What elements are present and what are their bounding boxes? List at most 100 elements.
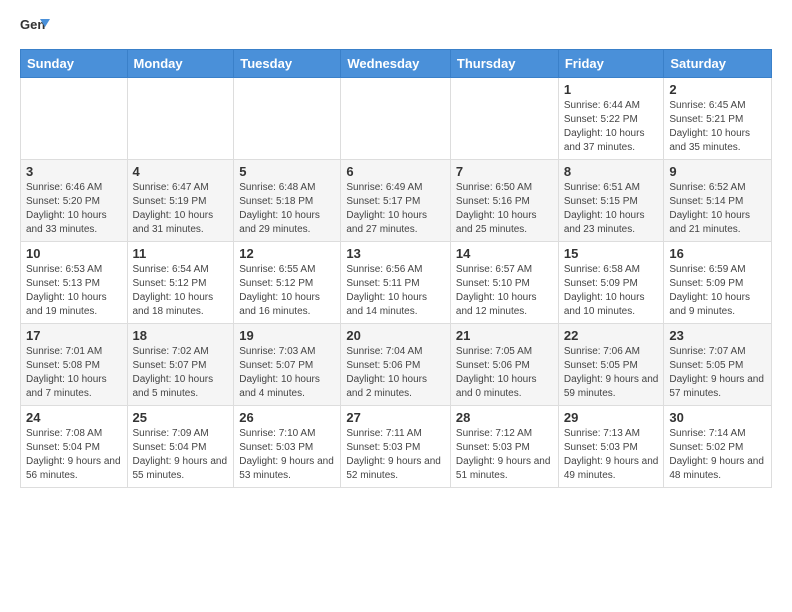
day-info: Sunrise: 7:07 AM Sunset: 5:05 PM Dayligh… [669,345,766,401]
day-info: Sunrise: 6:48 AM Sunset: 5:18 PM Dayligh… [239,181,335,237]
weekday-header: Friday [558,50,664,78]
day-number: 15 [564,246,659,261]
day-number: 2 [669,82,766,97]
weekday-header: Wednesday [341,50,451,78]
day-number: 26 [239,410,335,425]
day-info: Sunrise: 6:44 AM Sunset: 5:22 PM Dayligh… [564,99,659,155]
calendar-cell: 1 Sunrise: 6:44 AM Sunset: 5:22 PM Daylig… [558,78,664,160]
weekday-header: Saturday [664,50,772,78]
calendar-cell [127,78,234,160]
day-number: 13 [346,246,445,261]
day-info: Sunrise: 6:46 AM Sunset: 5:20 PM Dayligh… [26,181,122,237]
calendar-cell [21,78,128,160]
day-number: 28 [456,410,553,425]
calendar-cell [234,78,341,160]
calendar-cell: 3 Sunrise: 6:46 AM Sunset: 5:20 PM Daylig… [21,160,128,242]
calendar-cell: 11 Sunrise: 6:54 AM Sunset: 5:12 PM Dayli… [127,242,234,324]
day-number: 14 [456,246,553,261]
calendar-cell: 23 Sunrise: 7:07 AM Sunset: 5:05 PM Dayli… [664,324,772,406]
day-number: 5 [239,164,335,179]
day-info: Sunrise: 7:13 AM Sunset: 5:03 PM Dayligh… [564,427,659,483]
day-number: 6 [346,164,445,179]
calendar-cell: 9 Sunrise: 6:52 AM Sunset: 5:14 PM Daylig… [664,160,772,242]
day-number: 25 [133,410,229,425]
calendar-cell: 18 Sunrise: 7:02 AM Sunset: 5:07 PM Dayli… [127,324,234,406]
day-number: 21 [456,328,553,343]
calendar-cell: 22 Sunrise: 7:06 AM Sunset: 5:05 PM Dayli… [558,324,664,406]
calendar-cell: 20 Sunrise: 7:04 AM Sunset: 5:06 PM Dayli… [341,324,451,406]
day-info: Sunrise: 7:11 AM Sunset: 5:03 PM Dayligh… [346,427,445,483]
day-info: Sunrise: 7:05 AM Sunset: 5:06 PM Dayligh… [456,345,553,401]
day-number: 29 [564,410,659,425]
day-number: 1 [564,82,659,97]
day-number: 10 [26,246,122,261]
day-number: 11 [133,246,229,261]
calendar-cell: 7 Sunrise: 6:50 AM Sunset: 5:16 PM Daylig… [450,160,558,242]
calendar-cell: 12Sunrise: 6:55 AM Sunset: 5:12 PM Dayli… [234,242,341,324]
day-info: Sunrise: 6:53 AM Sunset: 5:13 PM Dayligh… [26,263,122,319]
day-number: 4 [133,164,229,179]
calendar-cell: 5 Sunrise: 6:48 AM Sunset: 5:18 PM Daylig… [234,160,341,242]
day-info: Sunrise: 6:50 AM Sunset: 5:16 PM Dayligh… [456,181,553,237]
calendar-cell: 16 Sunrise: 6:59 AM Sunset: 5:09 PM Dayli… [664,242,772,324]
calendar-cell: 27 Sunrise: 7:11 AM Sunset: 5:03 PM Dayli… [341,406,451,488]
calendar-cell: 2 Sunrise: 6:45 AM Sunset: 5:21 PM Daylig… [664,78,772,160]
day-number: 17 [26,328,122,343]
day-info: Sunrise: 6:45 AM Sunset: 5:21 PM Dayligh… [669,99,766,155]
calendar-cell: 17Sunrise: 7:01 AM Sunset: 5:08 PM Dayli… [21,324,128,406]
calendar-cell: 26 Sunrise: 7:10 AM Sunset: 5:03 PM Dayli… [234,406,341,488]
day-info: Sunrise: 7:09 AM Sunset: 5:04 PM Dayligh… [133,427,229,483]
day-number: 7 [456,164,553,179]
calendar-cell: 30 Sunrise: 7:14 AM Sunset: 5:02 PM Dayli… [664,406,772,488]
weekday-header: Sunday [21,50,128,78]
day-info: Sunrise: 6:54 AM Sunset: 5:12 PM Dayligh… [133,263,229,319]
day-number: 16 [669,246,766,261]
day-info: Sunrise: 7:02 AM Sunset: 5:07 PM Dayligh… [133,345,229,401]
day-number: 20 [346,328,445,343]
calendar-cell: 4 Sunrise: 6:47 AM Sunset: 5:19 PM Daylig… [127,160,234,242]
calendar-cell: 24 Sunrise: 7:08 AM Sunset: 5:04 PM Dayli… [21,406,128,488]
day-number: 3 [26,164,122,179]
day-number: 18 [133,328,229,343]
day-number: 19 [239,328,335,343]
calendar-table: SundayMondayTuesdayWednesdayThursdayFrid… [20,49,772,488]
day-number: 12 [239,246,335,261]
logo: Gen [20,15,54,39]
calendar-cell: 14 Sunrise: 6:57 AM Sunset: 5:10 PM Dayli… [450,242,558,324]
day-info: Sunrise: 6:57 AM Sunset: 5:10 PM Dayligh… [456,263,553,319]
day-number: 23 [669,328,766,343]
day-info: Sunrise: 6:47 AM Sunset: 5:19 PM Dayligh… [133,181,229,237]
day-info: Sunrise: 6:59 AM Sunset: 5:09 PM Dayligh… [669,263,766,319]
day-number: 30 [669,410,766,425]
day-number: 22 [564,328,659,343]
day-info: Sunrise: 6:51 AM Sunset: 5:15 PM Dayligh… [564,181,659,237]
day-info: Sunrise: 7:14 AM Sunset: 5:02 PM Dayligh… [669,427,766,483]
day-number: 27 [346,410,445,425]
day-info: Sunrise: 6:58 AM Sunset: 5:09 PM Dayligh… [564,263,659,319]
calendar-cell: 8Sunrise: 6:51 AM Sunset: 5:15 PM Daylig… [558,160,664,242]
day-info: Sunrise: 7:08 AM Sunset: 5:04 PM Dayligh… [26,427,122,483]
calendar-cell: 6 Sunrise: 6:49 AM Sunset: 5:17 PM Daylig… [341,160,451,242]
calendar-cell: 19 Sunrise: 7:03 AM Sunset: 5:07 PM Dayli… [234,324,341,406]
calendar-cell [341,78,451,160]
weekday-header: Tuesday [234,50,341,78]
calendar-cell: 28Sunrise: 7:12 AM Sunset: 5:03 PM Dayli… [450,406,558,488]
day-info: Sunrise: 7:06 AM Sunset: 5:05 PM Dayligh… [564,345,659,401]
calendar-cell [450,78,558,160]
calendar-cell: 21 Sunrise: 7:05 AM Sunset: 5:06 PM Dayli… [450,324,558,406]
day-info: Sunrise: 7:04 AM Sunset: 5:06 PM Dayligh… [346,345,445,401]
day-info: Sunrise: 6:56 AM Sunset: 5:11 PM Dayligh… [346,263,445,319]
day-info: Sunrise: 6:49 AM Sunset: 5:17 PM Dayligh… [346,181,445,237]
day-number: 24 [26,410,122,425]
day-info: Sunrise: 7:03 AM Sunset: 5:07 PM Dayligh… [239,345,335,401]
weekday-header: Thursday [450,50,558,78]
day-number: 9 [669,164,766,179]
day-info: Sunrise: 7:10 AM Sunset: 5:03 PM Dayligh… [239,427,335,483]
calendar-cell: 13 Sunrise: 6:56 AM Sunset: 5:11 PM Dayli… [341,242,451,324]
calendar-cell: 25 Sunrise: 7:09 AM Sunset: 5:04 PM Dayli… [127,406,234,488]
calendar-cell: 15 Sunrise: 6:58 AM Sunset: 5:09 PM Dayli… [558,242,664,324]
calendar-cell: 10 Sunrise: 6:53 AM Sunset: 5:13 PM Dayli… [21,242,128,324]
calendar-cell: 29 Sunrise: 7:13 AM Sunset: 5:03 PM Dayli… [558,406,664,488]
day-info: Sunrise: 6:52 AM Sunset: 5:14 PM Dayligh… [669,181,766,237]
weekday-header: Monday [127,50,234,78]
